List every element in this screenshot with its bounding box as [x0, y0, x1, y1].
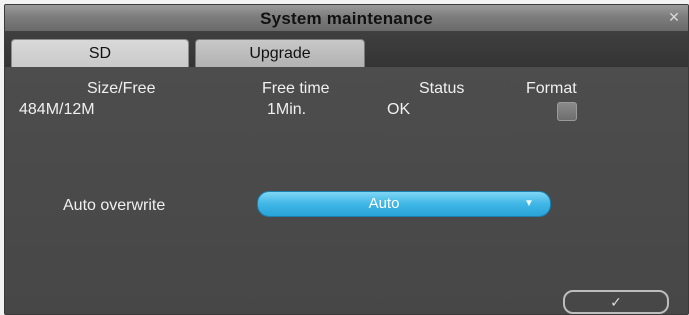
title-bar: System maintenance ✕: [5, 5, 688, 32]
system-maintenance-dialog: System maintenance ✕ SD Upgrade Size/Fre…: [4, 4, 689, 315]
close-icon[interactable]: ✕: [666, 9, 682, 25]
dialog-title: System maintenance: [260, 9, 433, 28]
header-status: Status: [419, 80, 465, 97]
header-free-time: Free time: [262, 80, 330, 97]
sd-panel: Size/Free Free time Status Format 484M/1…: [5, 67, 688, 314]
cell-size-free: 484M/12M: [19, 101, 95, 118]
tab-sd[interactable]: SD: [11, 39, 189, 68]
cell-status: OK: [387, 101, 411, 118]
chevron-down-icon: ▼: [524, 198, 534, 209]
auto-overwrite-select[interactable]: Auto ▼: [257, 191, 551, 217]
format-checkbox[interactable]: [557, 102, 577, 121]
header-size-free: Size/Free: [87, 80, 156, 97]
cell-free-time: 1Min.: [267, 101, 307, 118]
tab-bar: SD Upgrade: [5, 32, 688, 68]
header-format: Format: [526, 80, 577, 97]
tab-upgrade[interactable]: Upgrade: [195, 39, 365, 68]
confirm-button[interactable]: ✓: [563, 290, 669, 314]
auto-overwrite-value: Auto: [368, 195, 400, 212]
auto-overwrite-label: Auto overwrite: [63, 197, 166, 214]
